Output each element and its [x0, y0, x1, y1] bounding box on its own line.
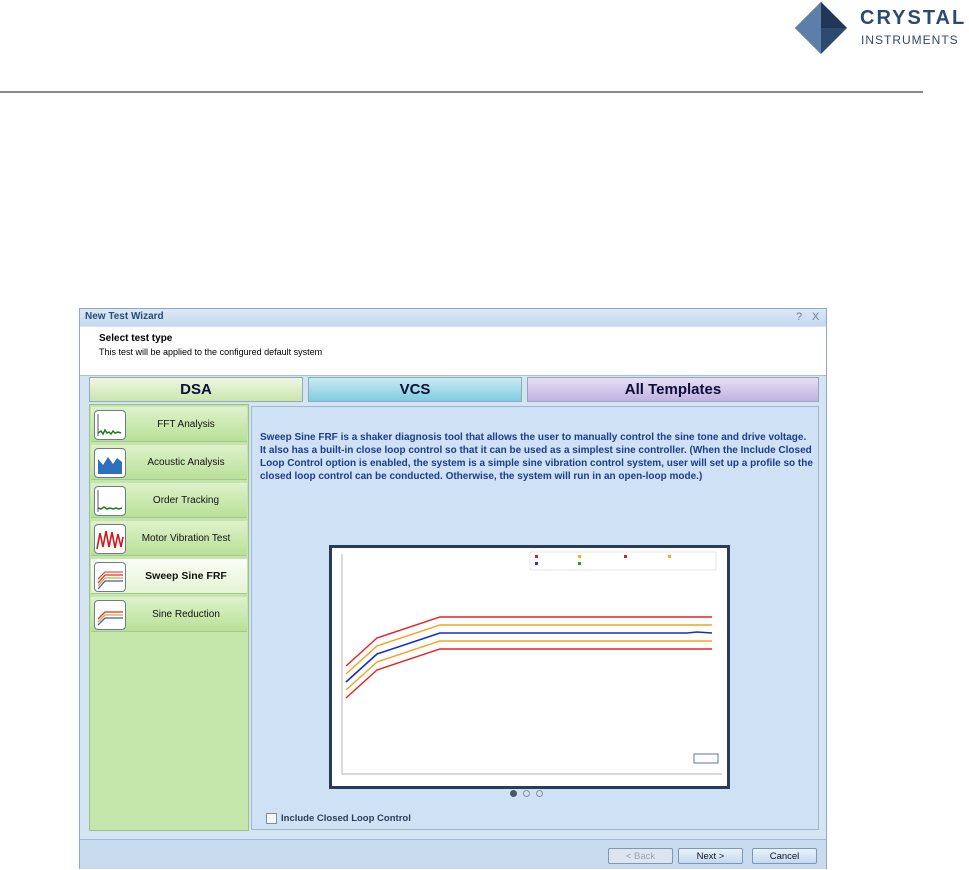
carousel-dot-2[interactable]: [523, 790, 530, 797]
title-bar: New Test Wizard ? X: [80, 309, 826, 326]
cancel-button[interactable]: Cancel: [752, 848, 817, 864]
header-divider: [0, 91, 923, 93]
preview-chart-image: [329, 545, 730, 789]
motor-vibration-icon: [94, 524, 126, 554]
carousel-dot-3[interactable]: [536, 790, 543, 797]
list-item-sine-reduction[interactable]: Sine Reduction: [91, 597, 247, 632]
test-type-list: FFT Analysis Acoustic Analysis Order Tra…: [89, 404, 249, 831]
list-item-label: Order Tracking: [152, 494, 220, 506]
include-closed-loop-label: Include Closed Loop Control: [281, 813, 411, 824]
list-item-acoustic-analysis[interactable]: Acoustic Analysis: [91, 445, 247, 480]
step-subtitle: This test will be applied to the configu…: [99, 347, 323, 357]
new-test-wizard-window: New Test Wizard ? X Select test type Thi…: [79, 308, 827, 869]
brand-subname: INSTRUMENTS: [861, 33, 959, 47]
list-item-label: Sweep Sine FRF: [145, 570, 227, 582]
carousel-dot-1[interactable]: [510, 790, 517, 797]
list-item-label: Acoustic Analysis: [147, 456, 225, 468]
list-item-label: FFT Analysis: [157, 418, 215, 430]
crystal-logo-icon: [795, 2, 847, 54]
test-description: Sweep Sine FRF is a shaker diagnosis too…: [260, 432, 813, 482]
carousel-indicator: [510, 789, 549, 800]
list-item-motor-vibration-test[interactable]: Motor Vibration Test: [91, 521, 247, 556]
fft-icon: [94, 410, 126, 440]
list-item-label: Motor Vibration Test: [141, 532, 231, 544]
help-icon[interactable]: ?: [796, 311, 802, 323]
tab-vcs[interactable]: VCS: [308, 377, 522, 402]
sweep-sine-icon: [94, 562, 126, 592]
wizard-button-bar: < Back Next > Cancel: [80, 839, 826, 869]
back-button[interactable]: < Back: [608, 848, 673, 864]
wizard-header: Select test type This test will be appli…: [80, 327, 826, 376]
list-item-fft-analysis[interactable]: FFT Analysis: [91, 407, 247, 442]
list-item-sweep-sine-frf[interactable]: Sweep Sine FRF: [91, 559, 247, 594]
list-item-label: Sine Reduction: [152, 608, 220, 620]
test-description-panel: Sweep Sine FRF is a shaker diagnosis too…: [251, 406, 819, 830]
step-title: Select test type: [99, 333, 173, 344]
list-item-order-tracking[interactable]: Order Tracking: [91, 483, 247, 518]
brand-name: CRYSTAL: [860, 7, 967, 29]
order-tracking-icon: [94, 486, 126, 516]
tab-all-templates[interactable]: All Templates: [527, 377, 819, 402]
tab-dsa[interactable]: DSA: [89, 377, 303, 402]
next-button[interactable]: Next >: [678, 848, 743, 864]
include-closed-loop-checkbox[interactable]: [266, 813, 277, 824]
include-closed-loop-option[interactable]: Include Closed Loop Control: [266, 813, 411, 824]
sine-reduction-icon: [94, 600, 126, 630]
acoustic-icon: [94, 448, 126, 478]
window-title: New Test Wizard: [85, 311, 164, 322]
close-icon[interactable]: X: [812, 311, 819, 323]
